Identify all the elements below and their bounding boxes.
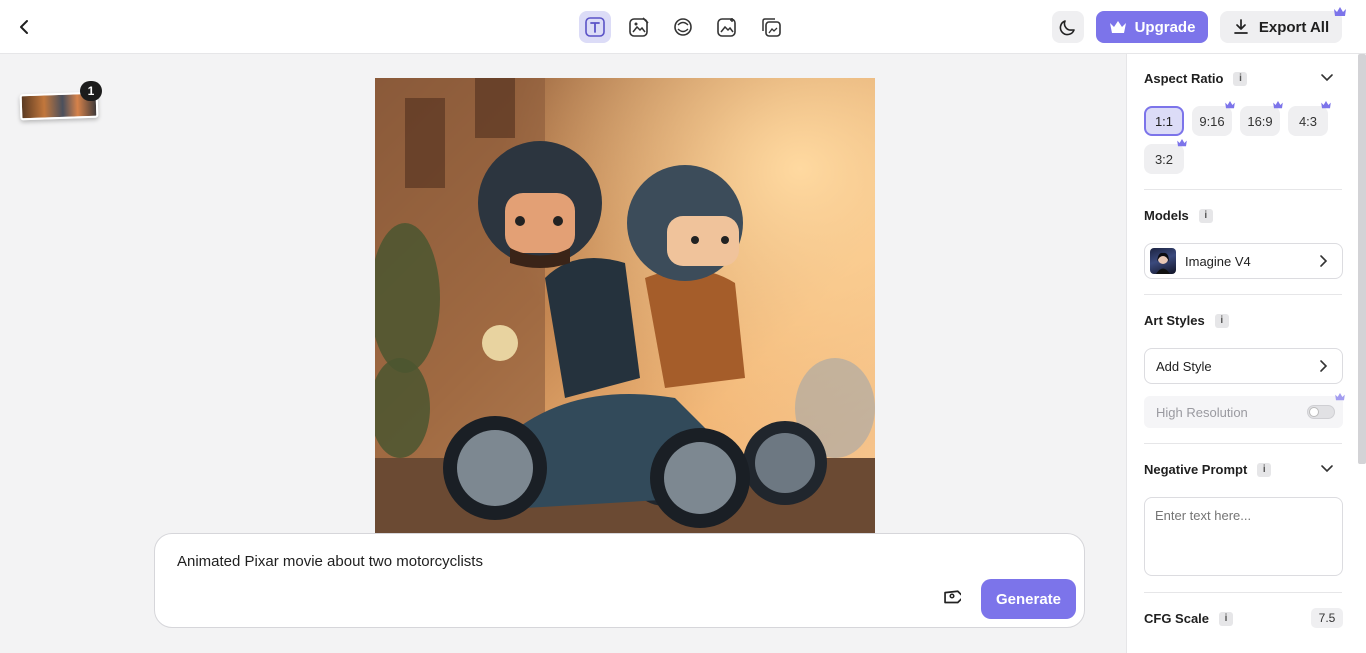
cfg-scale-heading: CFG Scale i	[1144, 611, 1234, 626]
image-edit-icon	[629, 17, 649, 37]
tool-remix[interactable]	[667, 11, 699, 43]
ratio-label: 16:9	[1247, 113, 1273, 129]
tool-image-edit[interactable]	[623, 11, 655, 43]
tag-icon	[944, 590, 961, 604]
add-style-button[interactable]: Add Style	[1144, 348, 1343, 384]
divider	[1144, 294, 1342, 295]
top-bar: Upgrade Export All	[0, 0, 1366, 54]
divider	[1144, 592, 1342, 593]
info-icon[interactable]: i	[1233, 71, 1248, 86]
export-all-button[interactable]: Export All	[1220, 11, 1342, 43]
prompt-tags-button[interactable]	[935, 584, 965, 614]
tool-image-to-image[interactable]	[711, 11, 743, 43]
moon-icon	[1059, 20, 1075, 36]
settings-panel: Aspect Ratio i 1:1 9:16 16:9 4:3 3:2 Mod…	[1126, 54, 1366, 653]
theme-toggle-button[interactable]	[1052, 11, 1084, 43]
high-resolution-toggle[interactable]	[1307, 405, 1335, 419]
chevron-left-icon	[20, 20, 28, 34]
tool-gallery[interactable]	[755, 11, 787, 43]
generated-image	[375, 78, 875, 533]
info-icon[interactable]: i	[1219, 611, 1234, 626]
premium-crown-icon	[1321, 101, 1331, 109]
premium-crown-icon	[1177, 139, 1187, 147]
art-styles-label: Art Styles	[1144, 313, 1205, 328]
chevron-down-icon	[1321, 465, 1333, 473]
model-thumbnail	[1150, 248, 1176, 274]
add-style-label: Add Style	[1156, 358, 1212, 374]
divider	[1144, 189, 1342, 190]
prompt-text[interactable]: Animated Pixar movie about two motorcycl…	[177, 553, 483, 570]
chevron-right-icon	[1320, 255, 1328, 267]
toggle-knob	[1309, 407, 1319, 417]
tool-text-to-image[interactable]	[579, 11, 611, 43]
back-button[interactable]	[10, 12, 40, 42]
negative-prompt-label: Negative Prompt	[1144, 462, 1248, 477]
ratio-label: 9:16	[1199, 113, 1225, 129]
premium-crown-icon	[1335, 393, 1345, 401]
ratio-label: 1:1	[1154, 113, 1174, 129]
layers-icon	[762, 18, 781, 37]
export-all-label: Export All	[1258, 18, 1330, 36]
chevron-down-icon	[1321, 74, 1333, 82]
thumbnail-count-badge: 1	[80, 81, 102, 101]
info-icon[interactable]: i	[1198, 208, 1213, 223]
high-resolution-label: High Resolution	[1156, 405, 1248, 420]
model-name: Imagine V4	[1185, 253, 1251, 269]
negative-prompt-heading: Negative Prompt i	[1144, 462, 1272, 477]
info-icon[interactable]: i	[1257, 462, 1272, 477]
panel-scrollbar[interactable]	[1358, 54, 1366, 464]
crown-icon	[1109, 21, 1126, 33]
aspect-ratio-heading: Aspect Ratio i	[1144, 71, 1248, 86]
negative-prompt-input[interactable]	[1144, 497, 1343, 576]
image-sparkle-icon	[717, 18, 736, 37]
aspect-ratio-option-1-1[interactable]: 1:1	[1144, 106, 1184, 136]
premium-crown-icon	[1334, 7, 1346, 16]
upgrade-button[interactable]: Upgrade	[1096, 11, 1208, 43]
model-selector[interactable]: Imagine V4	[1144, 243, 1343, 279]
premium-crown-icon	[1225, 101, 1235, 109]
tool-switcher	[579, 11, 787, 43]
divider	[1144, 443, 1342, 444]
art-styles-heading: Art Styles i	[1144, 313, 1229, 328]
remix-icon	[674, 18, 692, 36]
chevron-right-icon	[1320, 360, 1328, 372]
aspect-ratio-option-4-3[interactable]: 4:3	[1288, 101, 1331, 136]
ratio-label: 3:2	[1154, 151, 1174, 167]
aspect-ratio-option-9-16[interactable]: 9:16	[1192, 101, 1235, 136]
upgrade-label: Upgrade	[1134, 18, 1196, 36]
aspect-ratio-option-3-2[interactable]: 3:2	[1144, 139, 1187, 174]
high-resolution-row: High Resolution	[1144, 396, 1343, 428]
models-label: Models	[1144, 208, 1189, 223]
prompt-input-box[interactable]: Animated Pixar movie about two motorcycl…	[154, 533, 1085, 628]
negative-prompt-collapse-toggle[interactable]	[1319, 461, 1335, 477]
cfg-scale-label: CFG Scale	[1144, 611, 1210, 626]
cfg-scale-value[interactable]: 7.5	[1311, 608, 1343, 628]
aspect-ratio-label: Aspect Ratio	[1144, 71, 1224, 86]
models-heading: Models i	[1144, 208, 1213, 223]
premium-crown-icon	[1273, 101, 1283, 109]
info-icon[interactable]: i	[1214, 313, 1229, 328]
aspect-ratio-option-16-9[interactable]: 16:9	[1240, 101, 1283, 136]
aspect-ratio-collapse-toggle[interactable]	[1319, 70, 1335, 86]
generate-button[interactable]: Generate	[981, 579, 1076, 619]
text-icon	[585, 17, 605, 37]
ratio-label: 4:3	[1298, 113, 1318, 129]
download-icon	[1233, 19, 1248, 34]
